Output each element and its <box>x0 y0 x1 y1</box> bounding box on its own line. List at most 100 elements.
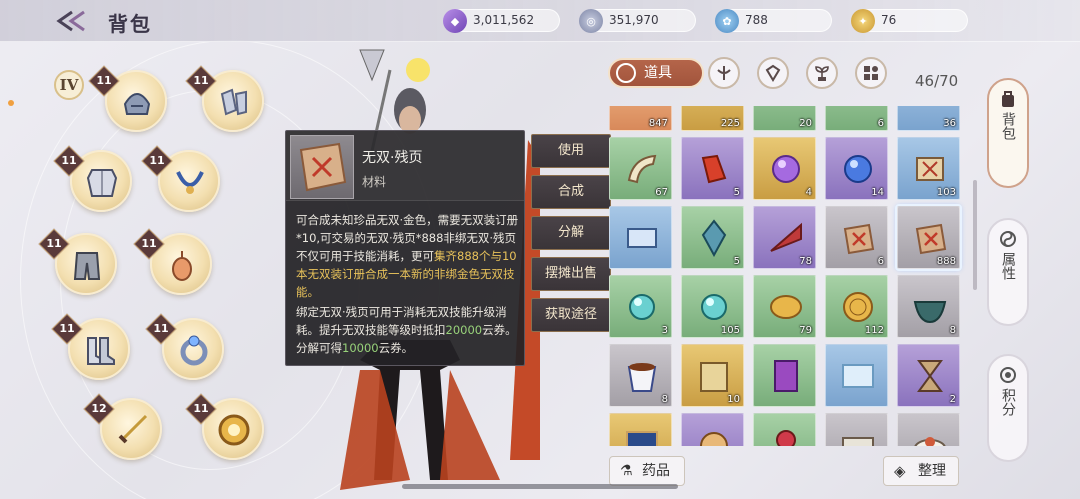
inventory-slot[interactable] <box>609 206 672 269</box>
decompose-button[interactable]: 分解 <box>531 216 611 250</box>
currency-value: 788 <box>745 13 768 27</box>
currency-blue-token[interactable]: ✿ 788 <box>715 9 832 33</box>
combine-button[interactable]: 合成 <box>531 175 611 209</box>
inventory-slot[interactable] <box>681 413 744 446</box>
desc-number: 20000 <box>445 323 483 337</box>
inventory-slot[interactable]: 3 <box>609 275 672 338</box>
side-tab-attributes[interactable]: 属性 <box>987 218 1029 326</box>
inventory-slot[interactable]: 4 <box>753 137 816 200</box>
item-quantity: 6 <box>877 256 884 267</box>
use-button[interactable]: 使用 <box>531 134 611 168</box>
tooltip-item-name: 无双·残页 <box>362 150 423 166</box>
inventory-slot[interactable]: 103 <box>897 137 960 200</box>
misc-category-icon <box>864 66 878 80</box>
equip-slot-gloves[interactable]: 11 <box>185 65 264 132</box>
side-tab-label: 属性 <box>1000 252 1016 280</box>
tab-plant[interactable] <box>806 57 838 89</box>
scroll-bundle-icon <box>916 157 944 181</box>
inventory-slot[interactable]: 105 <box>681 275 744 338</box>
inventory-slot[interactable]: 225 <box>681 106 744 131</box>
inventory-slot[interactable]: 112 <box>825 275 888 338</box>
inventory-slot[interactable] <box>609 413 672 446</box>
yin-yang-icon <box>1000 231 1016 247</box>
inventory-slot[interactable] <box>753 413 816 446</box>
currency-value: 351,970 <box>609 13 659 27</box>
potion-button[interactable]: ⚗ 药品 <box>609 456 685 486</box>
inventory-slot[interactable] <box>825 413 888 446</box>
partial-icon <box>839 106 877 119</box>
potion-label: 药品 <box>642 463 670 479</box>
equip-slot-boots[interactable]: 11 <box>51 313 130 380</box>
side-tab-label: 积分 <box>1000 388 1016 416</box>
currency-silver-coin[interactable]: ◎ 351,970 <box>579 9 696 33</box>
equip-slot-pendant[interactable]: 11 <box>133 228 212 295</box>
purple-gem-icon: ◆ <box>443 9 467 33</box>
inventory-slot[interactable]: 8 <box>897 275 960 338</box>
rose-icon <box>776 430 796 446</box>
inventory-slot[interactable]: 78 <box>753 206 816 269</box>
inventory-slot[interactable]: 36 <box>897 106 960 131</box>
dishes-icon <box>914 437 946 446</box>
item-quantity: 888 <box>936 256 956 267</box>
equip-slot-weapon[interactable]: 12 <box>83 393 162 460</box>
inventory-slot[interactable]: 8 <box>609 344 672 407</box>
item-quantity: 14 <box>871 187 884 198</box>
equip-slot-necklace[interactable]: 11 <box>141 145 220 212</box>
item-quantity: 8 <box>949 325 956 336</box>
inventory-slot[interactable]: 5 <box>681 137 744 200</box>
currency-purple-gem[interactable]: ◆ 3,011,562 <box>443 9 560 33</box>
grid-scrollbar[interactable] <box>973 180 977 290</box>
tab-misc[interactable] <box>855 57 887 89</box>
sort-button[interactable]: ◈ 整理 <box>883 456 959 486</box>
tab-gem[interactable] <box>757 57 789 89</box>
inventory-slot[interactable]: 6 <box>825 206 888 269</box>
home-indicator[interactable] <box>402 484 678 489</box>
equipment-tier-badge[interactable]: IV <box>54 70 84 100</box>
item-quantity: 847 <box>648 118 668 129</box>
inventory-slot[interactable] <box>825 344 888 407</box>
inventory-slot[interactable]: 2 <box>897 344 960 407</box>
item-grid[interactable]: 847 225 20 6 36 67 5 4 14 103 5 78 6 888 3 105 79 112 8 8 10… <box>609 106 975 446</box>
inventory-slot[interactable]: 888 <box>895 204 962 271</box>
gold-disc-icon <box>770 295 802 319</box>
inventory-slot[interactable]: 79 <box>753 275 816 338</box>
ring-icon <box>180 335 208 366</box>
desc-text: 云券。 <box>378 341 414 355</box>
crystal-icon <box>701 219 727 257</box>
torn-page-icon <box>915 223 947 255</box>
bag-capacity: 46/70 <box>915 72 959 90</box>
inventory-slot[interactable] <box>897 413 960 446</box>
tooltip-header: 无双·残页 材料 <box>286 131 524 201</box>
side-tab-label: 背包 <box>1000 112 1016 140</box>
teal-orb-icon <box>629 294 655 320</box>
equip-slot-ring[interactable]: 11 <box>145 313 224 380</box>
inventory-slot[interactable]: 6 <box>825 106 888 131</box>
side-tab-points[interactable]: 积分 <box>987 354 1029 462</box>
inventory-slot[interactable]: 847 <box>609 106 672 131</box>
equip-slot-talisman[interactable]: 11 <box>185 393 264 460</box>
tab-items[interactable]: 道具 <box>608 58 704 88</box>
back-arrow-icon[interactable] <box>56 10 86 32</box>
inventory-slot[interactable]: 20 <box>753 106 816 131</box>
inventory-slot[interactable]: 10 <box>681 344 744 407</box>
inventory-slot[interactable]: 67 <box>609 137 672 200</box>
boots-icon <box>87 337 115 365</box>
item-quantity: 5 <box>733 256 740 267</box>
inventory-slot[interactable]: 14 <box>825 137 888 200</box>
item-quantity: 105 <box>720 325 740 336</box>
inventory-slot[interactable] <box>753 344 816 407</box>
inventory-slot[interactable]: 5 <box>681 206 744 269</box>
equip-slot-armor[interactable]: 11 <box>53 145 132 212</box>
red-shoe-icon <box>701 154 727 184</box>
side-tab-bag[interactable]: 背包 <box>987 78 1029 188</box>
tab-weapon[interactable] <box>708 57 740 89</box>
pants-icon <box>73 252 101 280</box>
points-medal-icon <box>1000 367 1016 383</box>
obtain-source-button[interactable]: 获取途径 <box>531 298 611 332</box>
book-icon <box>700 362 728 392</box>
sort-label: 整理 <box>918 463 946 479</box>
equip-slot-helmet[interactable]: 11 <box>88 65 167 132</box>
equip-slot-pants[interactable]: 11 <box>38 228 117 295</box>
currency-gold-token[interactable]: ✦ 76 <box>851 9 968 33</box>
sell-on-stall-button[interactable]: 摆摊出售 <box>531 257 611 291</box>
